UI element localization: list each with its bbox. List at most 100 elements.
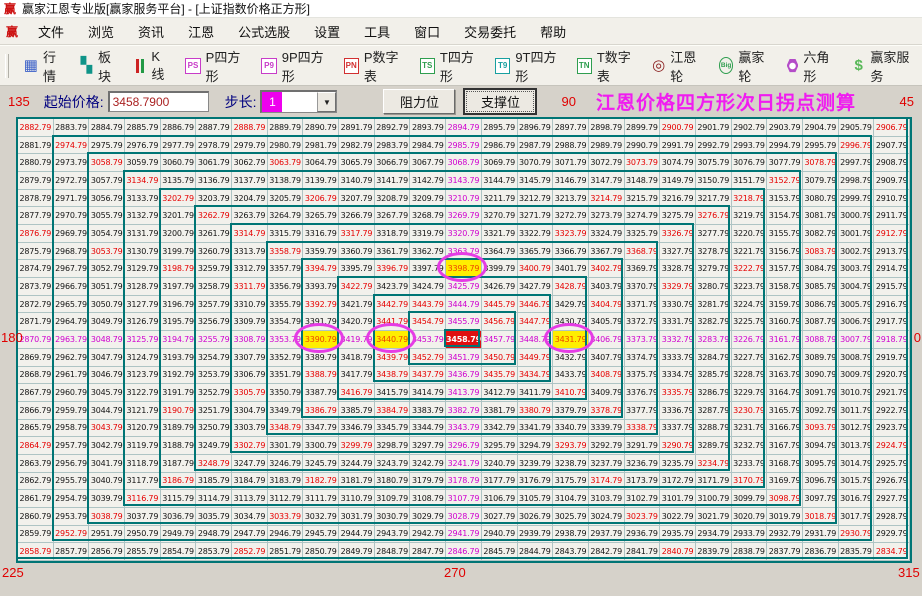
grid-cell[interactable]: 2885.79 <box>125 119 161 137</box>
grid-cell[interactable]: 3407.79 <box>589 349 625 367</box>
grid-cell[interactable]: 2904.79 <box>803 119 839 137</box>
grid-cell[interactable]: 3344.79 <box>410 420 446 438</box>
grid-cell[interactable]: 3260.79 <box>196 243 232 261</box>
grid-cell[interactable]: 3418.79 <box>339 349 375 367</box>
grid-cell[interactable]: 3166.79 <box>767 420 803 438</box>
grid-cell[interactable]: 3253.79 <box>196 367 232 385</box>
grid-cell[interactable]: 3351.79 <box>268 367 304 385</box>
grid-cell[interactable]: 2874.79 <box>18 260 54 278</box>
grid-cell[interactable]: 3340.79 <box>553 420 589 438</box>
grid-cell[interactable]: 3105.79 <box>518 490 554 508</box>
grid-cell[interactable]: 3293.79 <box>553 437 589 455</box>
grid-cell[interactable]: 3273.79 <box>589 207 625 225</box>
grid-cell[interactable]: 3381.79 <box>482 402 518 420</box>
grid-cell[interactable]: 2943.79 <box>375 526 411 544</box>
grid-cell[interactable]: 3196.79 <box>161 296 197 314</box>
grid-cell[interactable]: 3244.79 <box>339 455 375 473</box>
grid-cell[interactable]: 3215.79 <box>625 190 661 208</box>
grid-cell[interactable]: 2961.79 <box>54 367 90 385</box>
grid-cell[interactable]: 3302.79 <box>232 437 268 455</box>
grid-cell[interactable]: 2950.79 <box>125 526 161 544</box>
grid-cell[interactable]: 2928.79 <box>874 508 910 526</box>
grid-cell[interactable]: 3371.79 <box>625 296 661 314</box>
grid-cell[interactable]: 2914.79 <box>874 260 910 278</box>
grid-cell[interactable]: 3379.79 <box>553 402 589 420</box>
grid-cell[interactable]: 3313.79 <box>232 243 268 261</box>
grid-cell[interactable]: 3322.79 <box>518 225 554 243</box>
grid-cell[interactable]: 3141.79 <box>375 172 411 190</box>
grid-cell[interactable]: 3246.79 <box>268 455 304 473</box>
grid-cell[interactable]: 2968.79 <box>54 243 90 261</box>
grid-cell[interactable]: 3265.79 <box>303 207 339 225</box>
grid-cell[interactable]: 2854.79 <box>161 543 197 561</box>
grid-cell[interactable]: 3075.79 <box>696 154 732 172</box>
grid-cell[interactable]: 3352.79 <box>268 349 304 367</box>
grid-cell[interactable]: 3163.79 <box>767 367 803 385</box>
grid-cell[interactable]: 3438.79 <box>375 367 411 385</box>
grid-cell[interactable]: 2905.79 <box>839 119 875 137</box>
grid-cell[interactable]: 3402.79 <box>589 260 625 278</box>
grid-cell[interactable]: 3376.79 <box>625 384 661 402</box>
grid-cell[interactable]: 3386.79 <box>303 402 339 420</box>
grid-cell[interactable]: 3071.79 <box>553 154 589 172</box>
grid-cell[interactable]: 2936.79 <box>625 526 661 544</box>
grid-cell[interactable]: 3442.79 <box>375 296 411 314</box>
grid-cell[interactable]: 3292.79 <box>589 437 625 455</box>
grid-cell[interactable]: 3315.79 <box>268 225 304 243</box>
grid-cell[interactable]: 3282.79 <box>696 313 732 331</box>
grid-cell[interactable]: 3121.79 <box>125 402 161 420</box>
grid-cell[interactable]: 3091.79 <box>803 384 839 402</box>
grid-cell[interactable]: 3050.79 <box>89 296 125 314</box>
grid-cell[interactable]: 3139.79 <box>303 172 339 190</box>
grid-cell[interactable]: 3131.79 <box>125 225 161 243</box>
toolbar-button-P四方形[interactable]: PSP四方形 <box>177 43 253 89</box>
grid-cell[interactable]: 3189.79 <box>161 420 197 438</box>
grid-cell[interactable]: 3185.79 <box>196 473 232 491</box>
grid-cell[interactable]: 2956.79 <box>54 455 90 473</box>
grid-cell[interactable]: 3178.79 <box>446 473 482 491</box>
grid-cell[interactable]: 2946.79 <box>268 526 304 544</box>
grid-cell[interactable]: 3086.79 <box>803 296 839 314</box>
grid-cell[interactable]: 3103.79 <box>589 490 625 508</box>
grid-cell[interactable]: 3093.79 <box>803 420 839 438</box>
grid-cell[interactable]: 3027.79 <box>482 508 518 526</box>
grid-cell[interactable]: 3398.79 <box>446 260 482 278</box>
grid-cell[interactable]: 3394.79 <box>303 260 339 278</box>
grid-cell[interactable]: 3384.79 <box>375 402 411 420</box>
grid-cell[interactable]: 3042.79 <box>89 437 125 455</box>
grid-cell[interactable]: 2920.79 <box>874 367 910 385</box>
grid-cell[interactable]: 3305.79 <box>232 384 268 402</box>
grid-cell[interactable]: 2863.79 <box>18 455 54 473</box>
grid-cell[interactable]: 3080.79 <box>803 190 839 208</box>
grid-cell[interactable]: 3382.79 <box>446 402 482 420</box>
grid-cell[interactable]: 3096.79 <box>803 473 839 491</box>
grid-cell[interactable]: 2997.79 <box>839 154 875 172</box>
grid-cell[interactable]: 3078.79 <box>803 154 839 172</box>
grid-cell[interactable]: 3041.79 <box>89 455 125 473</box>
grid-cell[interactable]: 2859.79 <box>18 526 54 544</box>
toolbar-button-板块[interactable]: ▚板块 <box>72 43 128 89</box>
grid-cell[interactable]: 3126.79 <box>125 313 161 331</box>
grid-cell[interactable]: 3333.79 <box>660 349 696 367</box>
grid-cell[interactable]: 3349.79 <box>268 402 304 420</box>
grid-cell[interactable]: 3156.79 <box>767 243 803 261</box>
grid-cell[interactable]: 3128.79 <box>125 278 161 296</box>
grid-cell[interactable]: 2864.79 <box>18 437 54 455</box>
grid-cell[interactable]: 3286.79 <box>696 384 732 402</box>
menu-item-工具[interactable]: 工具 <box>352 18 402 45</box>
grid-cell[interactable]: 3318.79 <box>375 225 411 243</box>
grid-cell[interactable]: 2925.79 <box>874 455 910 473</box>
grid-cell[interactable]: 3053.79 <box>89 243 125 261</box>
grid-cell[interactable]: 3233.79 <box>732 455 768 473</box>
grid-cell[interactable]: 2878.79 <box>18 190 54 208</box>
grid-cell[interactable]: 3388.79 <box>303 367 339 385</box>
grid-cell[interactable]: 3427.79 <box>518 278 554 296</box>
grid-cell[interactable]: 3445.79 <box>482 296 518 314</box>
grid-cell[interactable]: 2984.79 <box>410 137 446 155</box>
grid-cell[interactable]: 3133.79 <box>125 190 161 208</box>
grid-cell[interactable]: 3255.79 <box>196 331 232 349</box>
grid-cell[interactable]: 2976.79 <box>125 137 161 155</box>
menu-item-资讯[interactable]: 资讯 <box>126 18 176 45</box>
grid-cell[interactable]: 3195.79 <box>161 313 197 331</box>
grid-cell[interactable]: 3148.79 <box>625 172 661 190</box>
